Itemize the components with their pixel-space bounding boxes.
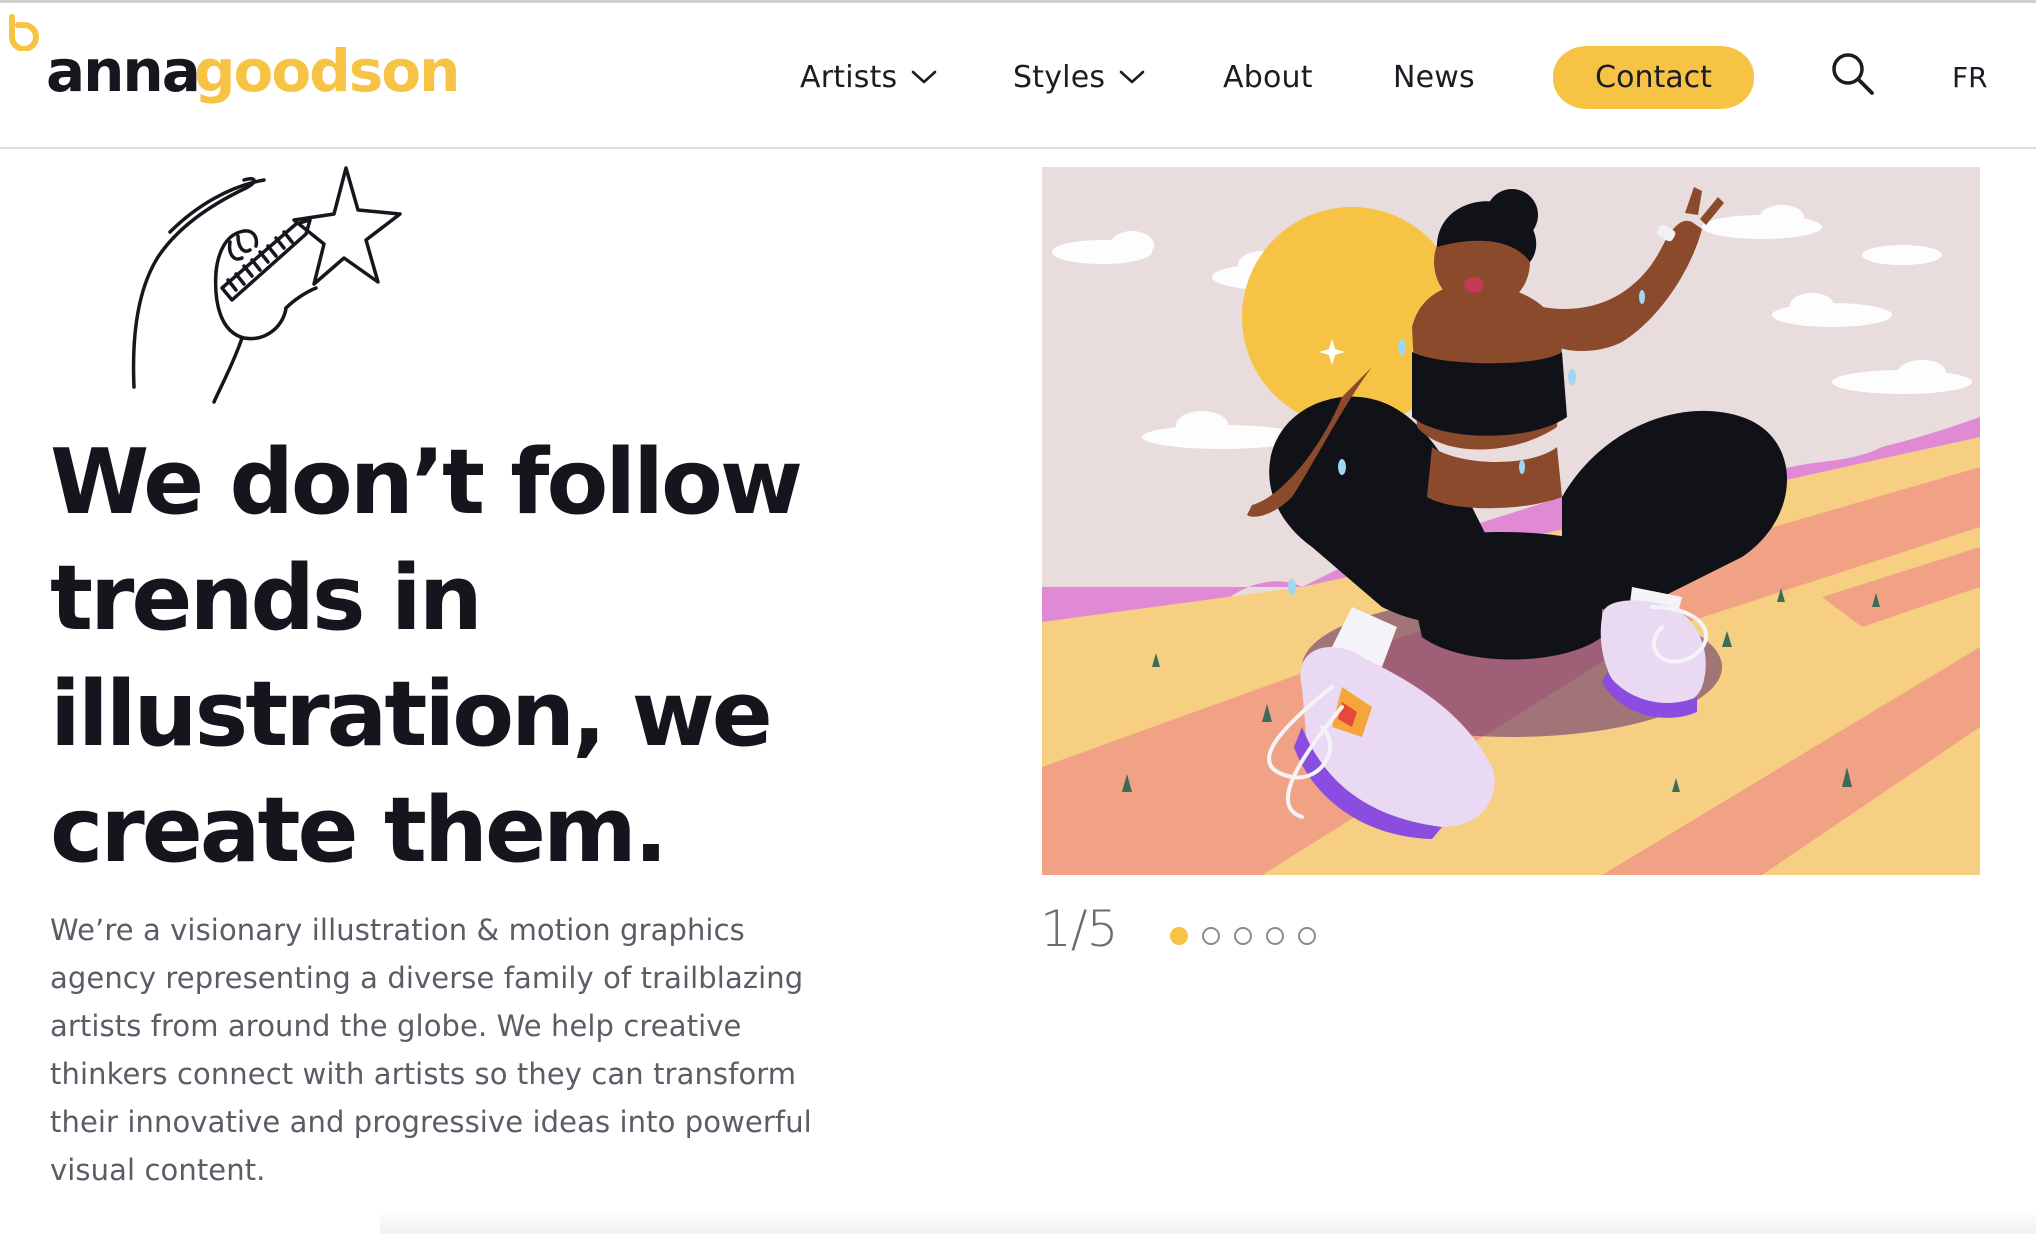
slide-counter: 1/5 — [1040, 900, 1118, 958]
search-icon[interactable] — [1828, 49, 1878, 99]
slider-pagination — [1170, 927, 1316, 945]
headline-line: trends in — [50, 546, 483, 651]
hero-intro-text: We’re a visionary illustration & motion … — [50, 913, 812, 1187]
slide-dot-1[interactable] — [1170, 927, 1188, 945]
nav-about-label: About — [1223, 59, 1313, 95]
site-header: anna goodson Artists Styles About News C… — [0, 3, 2036, 149]
runner-illustration — [1042, 167, 1980, 875]
featured-illustration-slide[interactable] — [1042, 167, 1980, 875]
main-nav: Artists Styles About News Contact FR — [0, 3, 2036, 149]
nav-styles[interactable]: Styles — [1013, 55, 1145, 99]
chevron-down-icon — [1119, 70, 1145, 84]
slide-dot-5[interactable] — [1298, 927, 1316, 945]
language-switch[interactable]: FR — [1952, 61, 1988, 94]
headline-line: create them. — [50, 778, 668, 883]
headline-line: illustration, we — [50, 662, 773, 767]
nav-artists[interactable]: Artists — [800, 55, 937, 99]
nav-news-label: News — [1393, 59, 1475, 95]
headline-line: We don’t follow — [50, 430, 803, 535]
nav-news[interactable]: News — [1393, 55, 1475, 99]
page: anna goodson Artists Styles About News C… — [0, 0, 2036, 1234]
hand-pencil-star-illustration — [131, 166, 402, 404]
hero-headline: We don’t follow trends in illustration, … — [50, 425, 870, 889]
section-fade — [380, 1210, 2036, 1234]
slide-dot-2[interactable] — [1202, 927, 1220, 945]
contact-button[interactable]: Contact — [1553, 46, 1754, 109]
nav-about[interactable]: About — [1223, 55, 1313, 99]
nav-styles-label: Styles — [1013, 59, 1106, 95]
chevron-down-icon — [912, 70, 937, 84]
nav-artists-label: Artists — [800, 59, 898, 95]
slide-dot-4[interactable] — [1266, 927, 1284, 945]
slide-dot-3[interactable] — [1234, 927, 1252, 945]
